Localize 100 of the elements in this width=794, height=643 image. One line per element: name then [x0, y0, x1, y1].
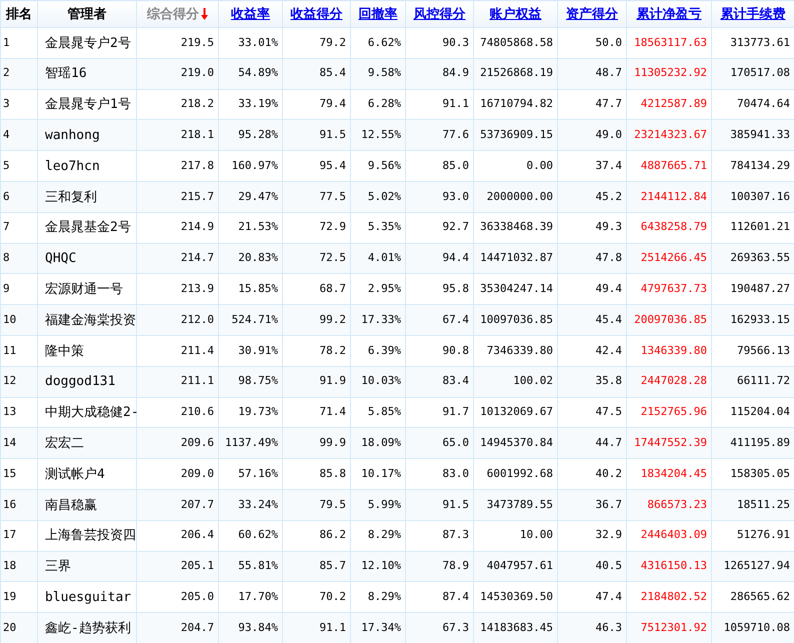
table-cell: 93.84% — [238, 620, 278, 634]
column-header: 管理者 — [68, 6, 106, 22]
table-cell: 18563117.63 — [634, 36, 707, 49]
table-cell: 85.0 — [442, 158, 469, 172]
table-cell: 33.01% — [238, 36, 278, 49]
table-cell: 4316150.13 — [640, 559, 707, 572]
table-cell: 91.7 — [442, 405, 469, 418]
table-cell: 269363.55 — [730, 251, 790, 264]
table-cell: 12 — [3, 374, 16, 388]
table-cell: 209.0 — [180, 466, 214, 480]
table-cell: 4887665.71 — [640, 158, 707, 172]
table-cell: 33.19% — [238, 97, 278, 110]
table-cell: 83.0 — [442, 466, 469, 480]
table-cell: 99.9 — [320, 436, 346, 449]
table-cell: 10.03% — [361, 374, 401, 388]
table-cell: 91.1 — [442, 97, 469, 110]
table-cell: 49.4 — [596, 282, 622, 296]
table-cell: 23214323.67 — [634, 128, 707, 142]
table-cell: 5.35% — [368, 220, 401, 234]
table-cell: 47.4 — [596, 590, 622, 603]
table-cell: 54.89% — [238, 66, 278, 80]
table-cell: 14 — [3, 436, 16, 449]
table-cell: 213.9 — [180, 282, 214, 296]
table-cell: 8.29% — [368, 528, 401, 542]
table-cell: 112601.21 — [730, 220, 790, 234]
table-cell: 219.0 — [180, 66, 214, 80]
table-cell: 206.4 — [180, 528, 214, 542]
table-cell: 南昌稳赢 — [45, 498, 97, 513]
table-cell: 10.00 — [520, 528, 553, 542]
table-cell: 21526868.19 — [480, 66, 553, 80]
table-cell: 77.6 — [442, 128, 469, 142]
table-cell: 85.7 — [320, 559, 346, 572]
table-cell: 85.8 — [320, 466, 346, 480]
table-cell: 90.3 — [442, 36, 469, 49]
table-cell: 金晨晁专户2号 — [45, 36, 131, 51]
table-cell: 33.24% — [238, 498, 278, 511]
table-cell: 宏源财通一号 — [45, 282, 123, 298]
table-cell: 205.0 — [180, 590, 214, 603]
table-cell: 162933.15 — [730, 312, 790, 326]
table-cell: 74805868.58 — [480, 36, 553, 49]
table-cell: 70.2 — [320, 590, 346, 603]
table-cell: 17 — [3, 528, 16, 542]
table-cell: 6.28% — [368, 97, 401, 110]
table-cell: 14530369.50 — [480, 590, 553, 603]
table-cell: 45.2 — [596, 190, 622, 203]
table-cell: 35304247.14 — [480, 282, 553, 296]
table-cell: 5 — [3, 158, 10, 172]
table-cell: 10097036.85 — [480, 312, 553, 326]
table-cell: 91.9 — [320, 374, 346, 388]
table-cell: 72.5 — [320, 251, 346, 264]
table-cell: 7512301.92 — [640, 620, 707, 634]
table-cell: 93.0 — [442, 190, 469, 203]
table-cell: 0.00 — [526, 158, 553, 172]
table-cell: 3473789.55 — [486, 498, 553, 511]
table-cell: 13 — [3, 405, 16, 418]
table-cell: 77.5 — [320, 190, 346, 203]
table-cell: 87.4 — [442, 590, 469, 603]
table-cell: 115204.04 — [730, 405, 790, 418]
table-cell: 98.75% — [238, 374, 278, 388]
table-cell: 2 — [3, 66, 10, 80]
table-cell: 219.5 — [180, 36, 214, 49]
table-cell: 金晨晁专户1号 — [45, 97, 131, 112]
table-cell: 1137.49% — [225, 436, 278, 449]
table-cell: 286565.62 — [730, 590, 790, 603]
table-cell: 45.4 — [596, 312, 622, 326]
table-cell: 5.99% — [368, 498, 401, 511]
table-cell: 48.7 — [596, 66, 622, 80]
table-cell: 7346339.80 — [486, 344, 553, 357]
table-cell: 87.3 — [442, 528, 469, 542]
table-cell: 1834204.45 — [640, 466, 707, 480]
table-cell: 20.83% — [238, 251, 278, 264]
table-cell: 5.02% — [368, 190, 401, 203]
table-cell: 204.7 — [180, 620, 214, 634]
table-cell: 36338468.39 — [480, 220, 553, 234]
table-cell: 20 — [3, 620, 16, 634]
table-cell: 19 — [3, 590, 16, 603]
table-cell: leo7hcn — [45, 158, 100, 174]
table-cell: 4047957.61 — [486, 559, 553, 572]
table-cell: 524.71% — [232, 312, 278, 326]
table-cell: 90.8 — [442, 344, 469, 357]
table-cell: 72.9 — [320, 220, 346, 234]
table-cell: 18 — [3, 559, 16, 572]
table-cell: 57.16% — [238, 466, 278, 480]
table-cell: 30.91% — [238, 344, 278, 357]
table-cell: 9 — [3, 282, 10, 296]
table-cell: 16 — [3, 498, 16, 511]
table-cell: 3 — [3, 97, 10, 110]
table-cell: 92.7 — [442, 220, 469, 234]
table-cell: 212.0 — [180, 312, 214, 326]
table-cell: 2144112.84 — [640, 190, 707, 203]
table-cell: 福建金海棠投资 — [45, 312, 136, 328]
table-cell: 6.62% — [368, 36, 401, 49]
table-cell: 78.2 — [320, 344, 346, 357]
table-cell: 2514266.45 — [640, 251, 707, 264]
table-cell: 上海鲁芸投资四 — [45, 528, 136, 544]
table-cell: 51276.91 — [737, 528, 790, 542]
table-cell: 6001992.68 — [486, 466, 553, 480]
table-cell: 2184802.52 — [640, 590, 707, 603]
table-cell: 66111.72 — [737, 374, 790, 388]
table-cell: 14945370.84 — [480, 436, 553, 449]
